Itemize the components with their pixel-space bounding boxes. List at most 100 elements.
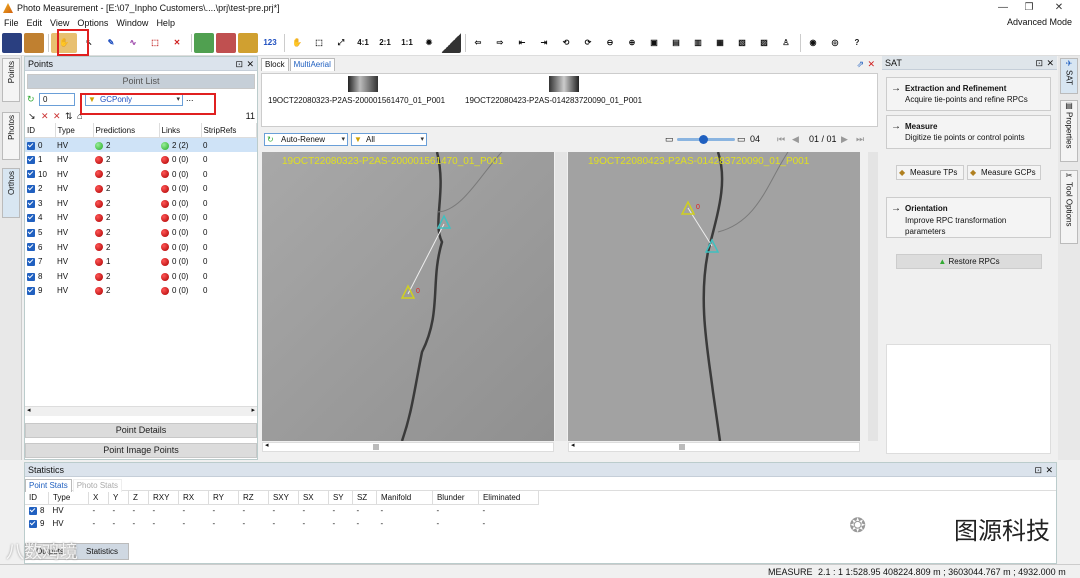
stats-col[interactable]: Y	[108, 491, 129, 504]
table-row[interactable]: 10 HV 2 0 (0) 0	[25, 167, 257, 182]
tab-statistics[interactable]: Statistics	[75, 543, 130, 560]
right-viewer-scrollbar[interactable]: ◂	[568, 442, 860, 452]
layout-3-icon[interactable]: ▥	[688, 33, 708, 53]
table-row[interactable]: 8 HV - - - - - - - - - - - - - -	[25, 504, 538, 517]
viewer-splitter[interactable]	[868, 152, 878, 441]
image-filter-combo[interactable]: ▼ All ▾	[351, 133, 427, 146]
rotate-left-icon[interactable]: ⟲	[556, 33, 576, 53]
next-page-icon[interactable]: ▶	[841, 134, 848, 145]
menu-help[interactable]: Help	[152, 18, 179, 28]
minimize-icon[interactable]: —	[992, 0, 1014, 16]
table-row[interactable]: 1 HV 2 0 (0) 0	[25, 152, 257, 167]
checkbox[interactable]	[27, 170, 35, 179]
tab-point-stats[interactable]: Point Stats	[25, 479, 72, 492]
last-page-icon[interactable]: ⏭	[856, 134, 864, 145]
tab-points[interactable]: Points	[2, 58, 20, 102]
counter-field[interactable]: 0	[39, 93, 75, 106]
stats-col[interactable]: RZ	[238, 491, 269, 504]
layout-6-icon[interactable]: ▨	[754, 33, 774, 53]
image-panel-close-icon[interactable]: ✕	[867, 59, 875, 70]
menu-edit[interactable]: Edit	[23, 18, 47, 28]
extraction-refinement-button[interactable]: → Extraction and Refinement Acquire tie-…	[886, 77, 1051, 111]
tab-orthos[interactable]: Orthos	[2, 168, 20, 218]
menu-window[interactable]: Window	[112, 18, 152, 28]
pick-icon[interactable]: ↘	[28, 111, 36, 122]
checkbox[interactable]	[27, 214, 35, 223]
stats-col[interactable]: RXY	[148, 491, 179, 504]
col-links[interactable]: Links	[159, 123, 202, 138]
hand-icon[interactable]: ✋	[287, 33, 307, 53]
remove-icon[interactable]: ✕	[41, 111, 49, 122]
stats-col[interactable]: SX	[298, 491, 329, 504]
nav-back-icon[interactable]: ⇦	[468, 33, 488, 53]
nav-last-icon[interactable]: ⇥	[534, 33, 554, 53]
table-row[interactable]: 7 HV 1 0 (0) 0	[25, 254, 257, 269]
scroll-right-icon[interactable]: ▸	[251, 406, 255, 414]
numbering-icon[interactable]: 123	[260, 33, 280, 53]
stereo-alt-icon[interactable]: ◎	[825, 33, 845, 53]
measure-tps-button[interactable]: ◆ Measure TPs	[896, 165, 964, 180]
scroll-left-icon[interactable]: ◂	[265, 441, 269, 449]
table-row[interactable]: 6 HV 2 0 (0) 0	[25, 240, 257, 255]
open-tool-icon[interactable]	[24, 32, 44, 53]
auto-renew-combo[interactable]: ↻ Auto-Renew ▾	[264, 133, 348, 146]
measure-button[interactable]: → Measure Digitize tie points or control…	[886, 115, 1051, 149]
panel-close-icon[interactable]: ✕	[246, 57, 254, 71]
scroll-left-icon[interactable]: ◂	[27, 406, 31, 414]
scroll-left-icon[interactable]: ◂	[571, 441, 575, 449]
stats-col[interactable]: Manifold	[376, 491, 433, 504]
restore-rpcs-button[interactable]: ▲ Restore RPCs	[896, 254, 1042, 269]
stats-col[interactable]: RY	[208, 491, 239, 504]
point-image-points-button[interactable]: Point Image Points	[25, 443, 257, 458]
stereo-icon[interactable]: ◉	[803, 33, 823, 53]
stats-col[interactable]: SY	[328, 491, 353, 504]
scroll-thumb[interactable]	[373, 444, 379, 450]
checkbox[interactable]	[27, 243, 35, 252]
layout-1-icon[interactable]: ▣	[644, 33, 664, 53]
checkbox[interactable]	[27, 141, 35, 150]
table-row[interactable]: 3 HV 2 0 (0) 0	[25, 196, 257, 211]
tab-multiaerial[interactable]: MultiAerial	[289, 58, 335, 71]
tab-tool-options[interactable]: ✂ Tool Options	[1060, 170, 1078, 244]
stats-col[interactable]: Z	[128, 491, 149, 504]
table-row[interactable]: 9 HV - - - - - - - - - - - - - -	[25, 517, 538, 530]
slider-thumb[interactable]	[699, 135, 708, 144]
person-icon[interactable]: ♙	[776, 33, 796, 53]
thumbnail-image[interactable]	[549, 76, 579, 92]
orientation-button[interactable]: → Orientation Improve RPC transformation…	[886, 197, 1051, 238]
checkbox[interactable]	[27, 199, 35, 208]
col-type[interactable]: Type	[55, 123, 94, 138]
table-row[interactable]: 9 HV 2 0 (0) 0	[25, 284, 257, 299]
thumbnail-image[interactable]	[348, 76, 378, 92]
pin-icon[interactable]: ⊡	[1034, 463, 1042, 477]
table-row[interactable]: 4 HV 2 0 (0) 0	[25, 211, 257, 226]
zoom-1-1-button[interactable]: 1:1	[397, 33, 417, 53]
menu-file[interactable]: File	[0, 18, 23, 28]
stats-col[interactable]: ID	[25, 491, 49, 504]
image-warning-icon[interactable]	[238, 32, 258, 53]
stats-col[interactable]: RX	[178, 491, 209, 504]
rotate-right-icon[interactable]: ⟳	[578, 33, 598, 53]
tab-photo-stats[interactable]: Photo Stats	[72, 479, 123, 492]
menu-options[interactable]: Options	[73, 18, 112, 28]
checkbox[interactable]	[27, 155, 35, 164]
tab-block[interactable]: Block	[261, 58, 289, 71]
stats-col[interactable]: Type	[48, 491, 89, 504]
help-pointer-icon[interactable]: ?	[847, 33, 867, 53]
tab-photos[interactable]: Photos	[2, 112, 20, 160]
panel-close-icon[interactable]: ✕	[1046, 56, 1054, 70]
sort-icon[interactable]: ⇅	[65, 111, 73, 122]
delete-icon[interactable]: ✕	[167, 33, 187, 53]
tab-properties[interactable]: ▤ Properties	[1060, 100, 1078, 162]
zoom-in-icon[interactable]: ⊕	[622, 33, 642, 53]
delete-selection-icon[interactable]: ⬚	[145, 33, 165, 53]
prev-page-icon[interactable]: ◀	[792, 134, 799, 145]
table-row[interactable]: 8 HV 2 0 (0) 0	[25, 269, 257, 284]
zoom-4-1-button[interactable]: 4:1	[353, 33, 373, 53]
save-icon[interactable]	[2, 32, 22, 53]
pen-icon[interactable]: ✎	[101, 33, 121, 53]
first-page-icon[interactable]: ⏮	[777, 134, 785, 145]
measure-gcps-button[interactable]: ◆ Measure GCPs	[967, 165, 1041, 180]
table-row[interactable]: 5 HV 2 0 (0) 0	[25, 225, 257, 240]
viewer-splitter[interactable]	[555, 152, 567, 441]
